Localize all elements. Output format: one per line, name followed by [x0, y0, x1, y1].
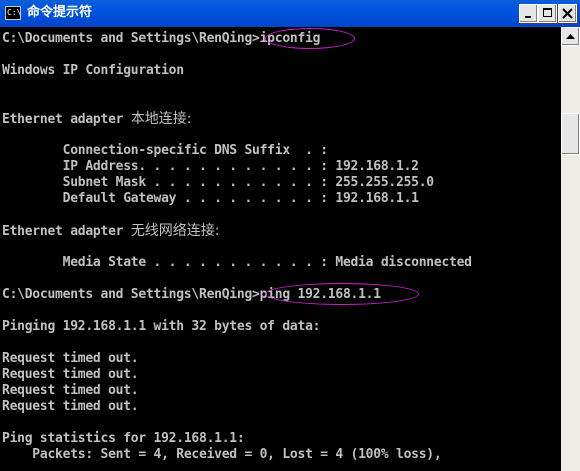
scroll-thumb[interactable]: [561, 113, 580, 155]
close-icon: [562, 8, 573, 19]
window-title: 命令提示符: [27, 5, 93, 20]
cmd-icon[interactable]: C:\: [5, 6, 21, 20]
vertical-scrollbar[interactable]: [561, 27, 580, 471]
console-line: Packets: Sent = 4, Received = 0, Lost = …: [2, 447, 442, 462]
console-line: IP Address. . . . . . . . . . . . : 192.…: [2, 159, 419, 174]
scroll-up-button[interactable]: [561, 27, 580, 46]
console-line: C:\Documents and Settings\RenQing>ping 1…: [2, 287, 381, 302]
console-line: Request timed out.: [2, 367, 139, 382]
console-line: Windows IP Configuration: [2, 63, 184, 78]
close-button[interactable]: [558, 4, 577, 23]
console-output[interactable]: C:\Documents and Settings\RenQing>ipconf…: [0, 27, 561, 471]
console-line: Connection-specific DNS Suffix . :: [2, 143, 328, 158]
console-line: Pinging 192.168.1.1 with 32 bytes of dat…: [2, 319, 321, 334]
console-line: Request timed out.: [2, 383, 139, 398]
adapter-name: 无线网络连接:: [130, 223, 220, 239]
maximize-button[interactable]: [538, 4, 557, 23]
console-line: Ping statistics for 192.168.1.1:: [2, 431, 245, 446]
adapter-name: 本地连接:: [130, 111, 192, 127]
arrow-up-icon: [566, 34, 575, 39]
console-line: Default Gateway . . . . . . . . . : 192.…: [2, 191, 419, 206]
title-bar[interactable]: C:\ 命令提示符: [0, 0, 580, 27]
console-line: Request timed out.: [2, 351, 139, 366]
console-line: C:\Documents and Settings\RenQing>ipconf…: [2, 31, 321, 46]
console-line-text: Ethernet adapter: [2, 112, 131, 127]
console-line: Request timed out.: [2, 399, 139, 414]
console-line-text: Ethernet adapter: [2, 224, 131, 239]
minimize-button[interactable]: [519, 4, 538, 23]
console-line: Subnet Mask . . . . . . . . . . . : 255.…: [2, 175, 435, 190]
console-line: Ethernet adapter 本地连接:: [2, 111, 192, 127]
console-line: Ethernet adapter 无线网络连接:: [2, 223, 220, 239]
console-line: Media State . . . . . . . . . . . : Medi…: [2, 255, 472, 270]
